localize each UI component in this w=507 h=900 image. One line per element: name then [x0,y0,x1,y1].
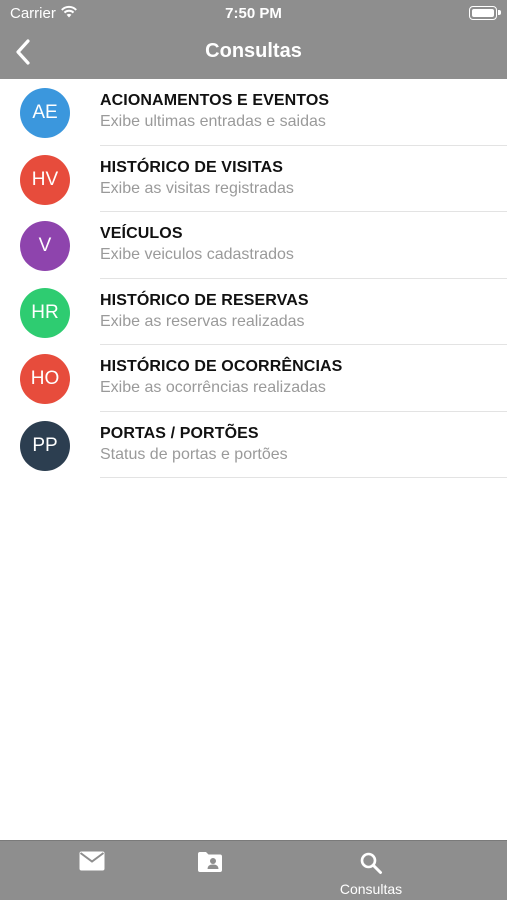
tab-contacts[interactable] [180,841,240,900]
tab-messages[interactable] [62,841,122,900]
item-title: HISTÓRICO DE VISITAS [100,158,284,176]
header-bar: Carrier 7:50 PM Consultas [0,0,507,79]
avatar-initials: HO [30,368,60,389]
avatar: HV [20,154,70,205]
avatar-initials: V [38,235,52,256]
tab-bar: Consultas [0,840,507,900]
avatar: V [20,221,70,271]
status-bar: Carrier 7:50 PM [0,0,507,28]
list-item-historico-ocorrencias[interactable]: HO HISTÓRICO DE OCORRÊNCIAS Exibe as oco… [0,345,507,412]
item-title: PORTAS / PORTÕES [100,424,259,442]
navigation-bar: Consultas [0,28,507,79]
avatar-initials: PP [32,434,58,456]
avatar-initials: HV [31,168,59,190]
contact-folder-icon [198,852,222,872]
page-title: Consultas [205,40,302,62]
list-item-acionamentos[interactable]: AE ACIONAMENTOS E EVENTOS Exibe ultimas … [0,79,507,146]
item-subtitle: Exibe ultimas entradas e saidas [100,113,326,130]
avatar-initials: HR [31,301,59,323]
avatar: AE [20,88,70,138]
consultas-list: AE ACIONAMENTOS E EVENTOS Exibe ultimas … [0,79,507,478]
list-item-historico-reservas[interactable]: HR HISTÓRICO DE RESERVAS Exibe as reserv… [0,279,507,345]
item-subtitle: Exibe veiculos cadastrados [100,246,294,263]
item-title: HISTÓRICO DE OCORRÊNCIAS [100,358,343,375]
item-subtitle: Exibe as ocorrências realizadas [100,379,326,396]
list-item-historico-visitas[interactable]: HV HISTÓRICO DE VISITAS Exibe as visitas… [0,146,507,212]
list-item-veiculos[interactable]: V VEÍCULOS Exibe veiculos cadastrados [0,212,507,279]
status-time: 7:50 PM [225,5,282,22]
avatar: HO [20,354,70,404]
tab-consultas[interactable]: Consultas [321,841,421,900]
tab-label: Consultas [339,881,403,897]
battery-icon [469,6,501,20]
item-subtitle: Exibe as visitas registradas [100,179,294,197]
divider [100,477,507,478]
item-title: HISTÓRICO DE RESERVAS [100,291,309,309]
item-title: ACIONAMENTOS E EVENTOS [100,92,330,109]
item-subtitle: Status de portas e portões [100,445,288,463]
search-icon [360,852,382,874]
list-item-portas-portoes[interactable]: PP PORTAS / PORTÕES Status de portas e p… [0,412,507,478]
avatar: PP [20,420,70,471]
avatar-initials: AE [32,102,58,123]
item-title: VEÍCULOS [100,225,183,242]
avatar: HR [20,287,70,338]
item-subtitle: Exibe as reservas realizadas [100,312,305,330]
mail-icon [79,851,105,871]
